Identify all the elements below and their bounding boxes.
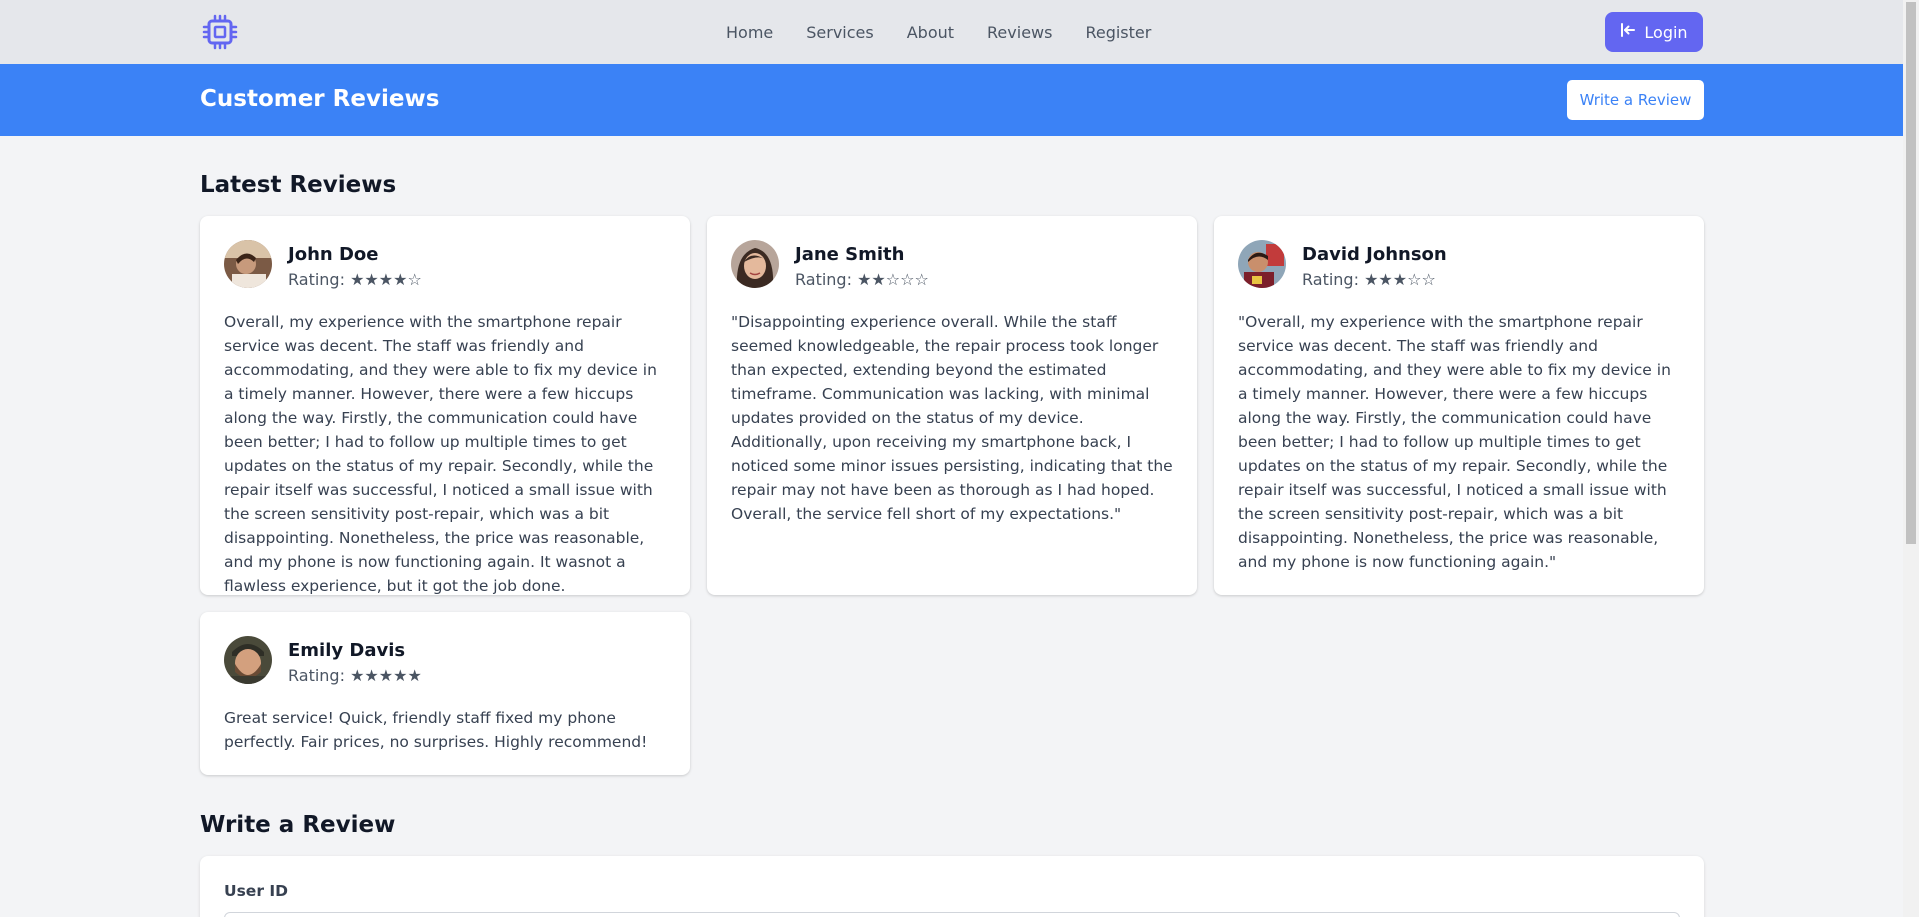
login-arrow-icon bbox=[1620, 22, 1636, 42]
nav-links: Home Services About Reviews Register bbox=[726, 0, 1151, 64]
avatar bbox=[224, 636, 272, 684]
avatar bbox=[1238, 240, 1286, 288]
rating-stars: Rating: ★★★☆☆ bbox=[1302, 270, 1436, 289]
top-nav: Home Services About Reviews Register Log… bbox=[0, 0, 1903, 64]
reviewer-name: David Johnson bbox=[1302, 244, 1447, 265]
avatar bbox=[731, 240, 779, 288]
rating-stars: Rating: ★★★★★ bbox=[288, 666, 422, 685]
review-text: "Disappointing experience overall. While… bbox=[731, 313, 1173, 523]
rating-stars: Rating: ★★☆☆☆ bbox=[795, 270, 929, 289]
scrollbar-thumb[interactable] bbox=[1906, 2, 1916, 544]
review-card: Emily Davis Rating: ★★★★★ Great service!… bbox=[200, 612, 690, 775]
user-id-input[interactable] bbox=[224, 912, 1680, 917]
nav-link-reviews[interactable]: Reviews bbox=[987, 23, 1052, 42]
review-card: Jane Smith Rating: ★★☆☆☆ "Disappointing … bbox=[707, 216, 1197, 595]
review-text: Overall, my experience with the smartpho… bbox=[224, 313, 657, 595]
write-review-button[interactable]: Write a Review bbox=[1567, 80, 1704, 120]
rating-stars: Rating: ★★★★☆ bbox=[288, 270, 422, 289]
login-label: Login bbox=[1644, 22, 1688, 42]
chip-icon[interactable] bbox=[202, 14, 238, 50]
nav-link-home[interactable]: Home bbox=[726, 23, 773, 42]
review-card: John Doe Rating: ★★★★☆ Overall, my exper… bbox=[200, 216, 690, 595]
user-id-label: User ID bbox=[224, 882, 288, 900]
login-button[interactable]: Login bbox=[1605, 12, 1703, 52]
page-header-banner: Customer Reviews Write a Review bbox=[0, 64, 1903, 136]
nav-link-services[interactable]: Services bbox=[806, 23, 873, 42]
nav-link-about[interactable]: About bbox=[907, 23, 954, 42]
review-text: "Overall, my experience with the smartph… bbox=[1238, 313, 1671, 571]
nav-link-register[interactable]: Register bbox=[1085, 23, 1151, 42]
latest-reviews-heading: Latest Reviews bbox=[200, 172, 397, 198]
review-text: Great service! Quick, friendly staff fix… bbox=[224, 709, 648, 751]
page-title: Customer Reviews bbox=[200, 86, 440, 112]
write-review-heading: Write a Review bbox=[200, 812, 396, 838]
review-form: User ID bbox=[200, 856, 1704, 917]
reviewer-name: Emily Davis bbox=[288, 640, 406, 661]
avatar bbox=[224, 240, 272, 288]
reviewer-name: John Doe bbox=[288, 244, 379, 265]
reviewer-name: Jane Smith bbox=[795, 244, 905, 265]
review-card: David Johnson Rating: ★★★☆☆ "Overall, my… bbox=[1214, 216, 1704, 595]
